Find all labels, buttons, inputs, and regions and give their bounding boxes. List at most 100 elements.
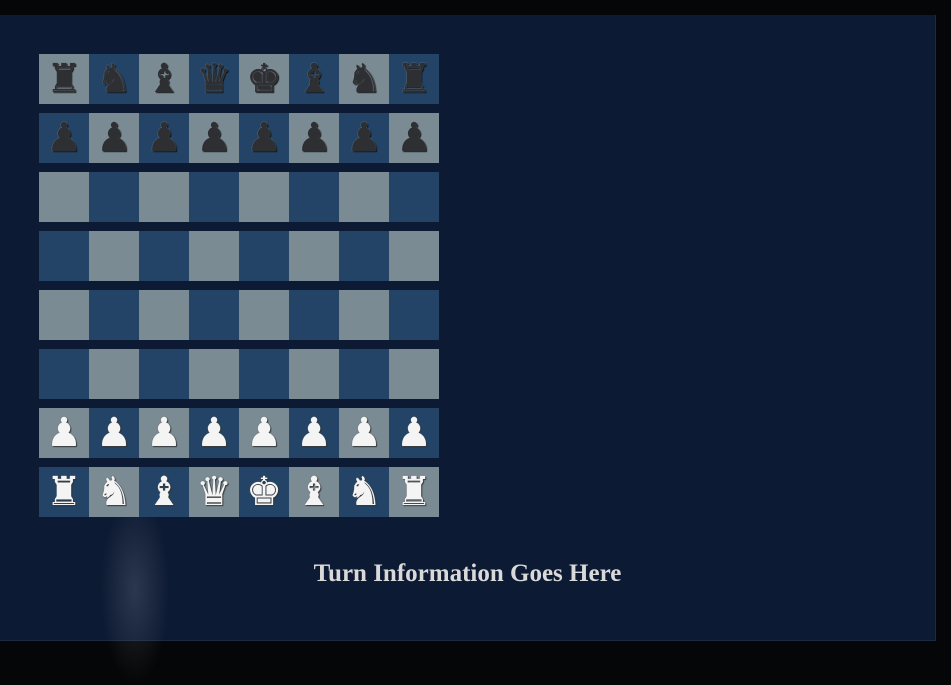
black-rook-icon[interactable]: ♜ <box>396 54 432 104</box>
square-c4[interactable] <box>139 290 189 340</box>
white-pawn-icon[interactable]: ♟ <box>96 408 132 458</box>
white-knight-icon[interactable]: ♞ <box>96 467 132 517</box>
black-rook-icon[interactable]: ♜ <box>46 54 82 104</box>
square-e7[interactable]: ♟ <box>239 113 289 163</box>
square-g1[interactable]: ♞ <box>339 467 389 517</box>
square-f6[interactable] <box>289 172 339 222</box>
square-b4[interactable] <box>89 290 139 340</box>
square-f7[interactable]: ♟ <box>289 113 339 163</box>
square-f2[interactable]: ♟ <box>289 408 339 458</box>
black-knight-icon[interactable]: ♞ <box>346 54 382 104</box>
black-pawn-icon[interactable]: ♟ <box>396 113 432 163</box>
square-h8[interactable]: ♜ <box>389 54 439 104</box>
square-a1[interactable]: ♜ <box>39 467 89 517</box>
square-f5[interactable] <box>289 231 339 281</box>
square-a6[interactable] <box>39 172 89 222</box>
white-king-icon[interactable]: ♚ <box>246 467 282 517</box>
square-b8[interactable]: ♞ <box>89 54 139 104</box>
square-d7[interactable]: ♟ <box>189 113 239 163</box>
white-bishop-icon[interactable]: ♝ <box>296 467 332 517</box>
white-queen-icon[interactable]: ♛ <box>196 467 232 517</box>
square-f4[interactable] <box>289 290 339 340</box>
square-h7[interactable]: ♟ <box>389 113 439 163</box>
square-d5[interactable] <box>189 231 239 281</box>
square-e4[interactable] <box>239 290 289 340</box>
white-pawn-icon[interactable]: ♟ <box>196 408 232 458</box>
square-f8[interactable]: ♝ <box>289 54 339 104</box>
square-a3[interactable] <box>39 349 89 399</box>
black-knight-icon[interactable]: ♞ <box>96 54 132 104</box>
square-c2[interactable]: ♟ <box>139 408 189 458</box>
square-b3[interactable] <box>89 349 139 399</box>
square-h4[interactable] <box>389 290 439 340</box>
square-b6[interactable] <box>89 172 139 222</box>
square-g7[interactable]: ♟ <box>339 113 389 163</box>
black-pawn-icon[interactable]: ♟ <box>46 113 82 163</box>
white-bishop-icon[interactable]: ♝ <box>146 467 182 517</box>
black-pawn-icon[interactable]: ♟ <box>346 113 382 163</box>
square-d6[interactable] <box>189 172 239 222</box>
white-pawn-icon[interactable]: ♟ <box>146 408 182 458</box>
square-h1[interactable]: ♜ <box>389 467 439 517</box>
black-pawn-icon[interactable]: ♟ <box>196 113 232 163</box>
square-h2[interactable]: ♟ <box>389 408 439 458</box>
white-pawn-icon[interactable]: ♟ <box>346 408 382 458</box>
white-pawn-icon[interactable]: ♟ <box>246 408 282 458</box>
white-pawn-icon[interactable]: ♟ <box>296 408 332 458</box>
square-h5[interactable] <box>389 231 439 281</box>
white-rook-icon[interactable]: ♜ <box>46 467 82 517</box>
square-g4[interactable] <box>339 290 389 340</box>
board-rank-6 <box>39 172 439 222</box>
square-h3[interactable] <box>389 349 439 399</box>
square-b5[interactable] <box>89 231 139 281</box>
black-king-icon[interactable]: ♚ <box>246 54 282 104</box>
square-d8[interactable]: ♛ <box>189 54 239 104</box>
white-pawn-icon[interactable]: ♟ <box>46 408 82 458</box>
white-knight-icon[interactable]: ♞ <box>346 467 382 517</box>
square-d2[interactable]: ♟ <box>189 408 239 458</box>
square-e8[interactable]: ♚ <box>239 54 289 104</box>
white-rook-icon[interactable]: ♜ <box>396 467 432 517</box>
square-f3[interactable] <box>289 349 339 399</box>
black-pawn-icon[interactable]: ♟ <box>96 113 132 163</box>
square-c7[interactable]: ♟ <box>139 113 189 163</box>
square-c1[interactable]: ♝ <box>139 467 189 517</box>
black-pawn-icon[interactable]: ♟ <box>296 113 332 163</box>
square-d1[interactable]: ♛ <box>189 467 239 517</box>
square-e1[interactable]: ♚ <box>239 467 289 517</box>
square-a4[interactable] <box>39 290 89 340</box>
square-g2[interactable]: ♟ <box>339 408 389 458</box>
square-g3[interactable] <box>339 349 389 399</box>
square-d4[interactable] <box>189 290 239 340</box>
square-c8[interactable]: ♝ <box>139 54 189 104</box>
square-d3[interactable] <box>189 349 239 399</box>
black-pawn-icon[interactable]: ♟ <box>146 113 182 163</box>
square-a7[interactable]: ♟ <box>39 113 89 163</box>
square-a2[interactable]: ♟ <box>39 408 89 458</box>
black-bishop-icon[interactable]: ♝ <box>296 54 332 104</box>
square-h6[interactable] <box>389 172 439 222</box>
board-rank-3 <box>39 349 439 399</box>
square-g5[interactable] <box>339 231 389 281</box>
square-e2[interactable]: ♟ <box>239 408 289 458</box>
square-b1[interactable]: ♞ <box>89 467 139 517</box>
square-b7[interactable]: ♟ <box>89 113 139 163</box>
square-c5[interactable] <box>139 231 189 281</box>
square-e3[interactable] <box>239 349 289 399</box>
turn-information: Turn Information Goes Here <box>313 560 622 587</box>
square-a8[interactable]: ♜ <box>39 54 89 104</box>
square-b2[interactable]: ♟ <box>89 408 139 458</box>
white-pawn-icon[interactable]: ♟ <box>396 408 432 458</box>
black-queen-icon[interactable]: ♛ <box>196 54 232 104</box>
black-bishop-icon[interactable]: ♝ <box>146 54 182 104</box>
black-pawn-icon[interactable]: ♟ <box>246 113 282 163</box>
square-c3[interactable] <box>139 349 189 399</box>
square-a5[interactable] <box>39 231 89 281</box>
board-rank-7: ♟ ♟ ♟ ♟ ♟ ♟ ♟ ♟ <box>39 113 439 163</box>
square-e6[interactable] <box>239 172 289 222</box>
square-g6[interactable] <box>339 172 389 222</box>
square-f1[interactable]: ♝ <box>289 467 339 517</box>
square-e5[interactable] <box>239 231 289 281</box>
square-g8[interactable]: ♞ <box>339 54 389 104</box>
square-c6[interactable] <box>139 172 189 222</box>
